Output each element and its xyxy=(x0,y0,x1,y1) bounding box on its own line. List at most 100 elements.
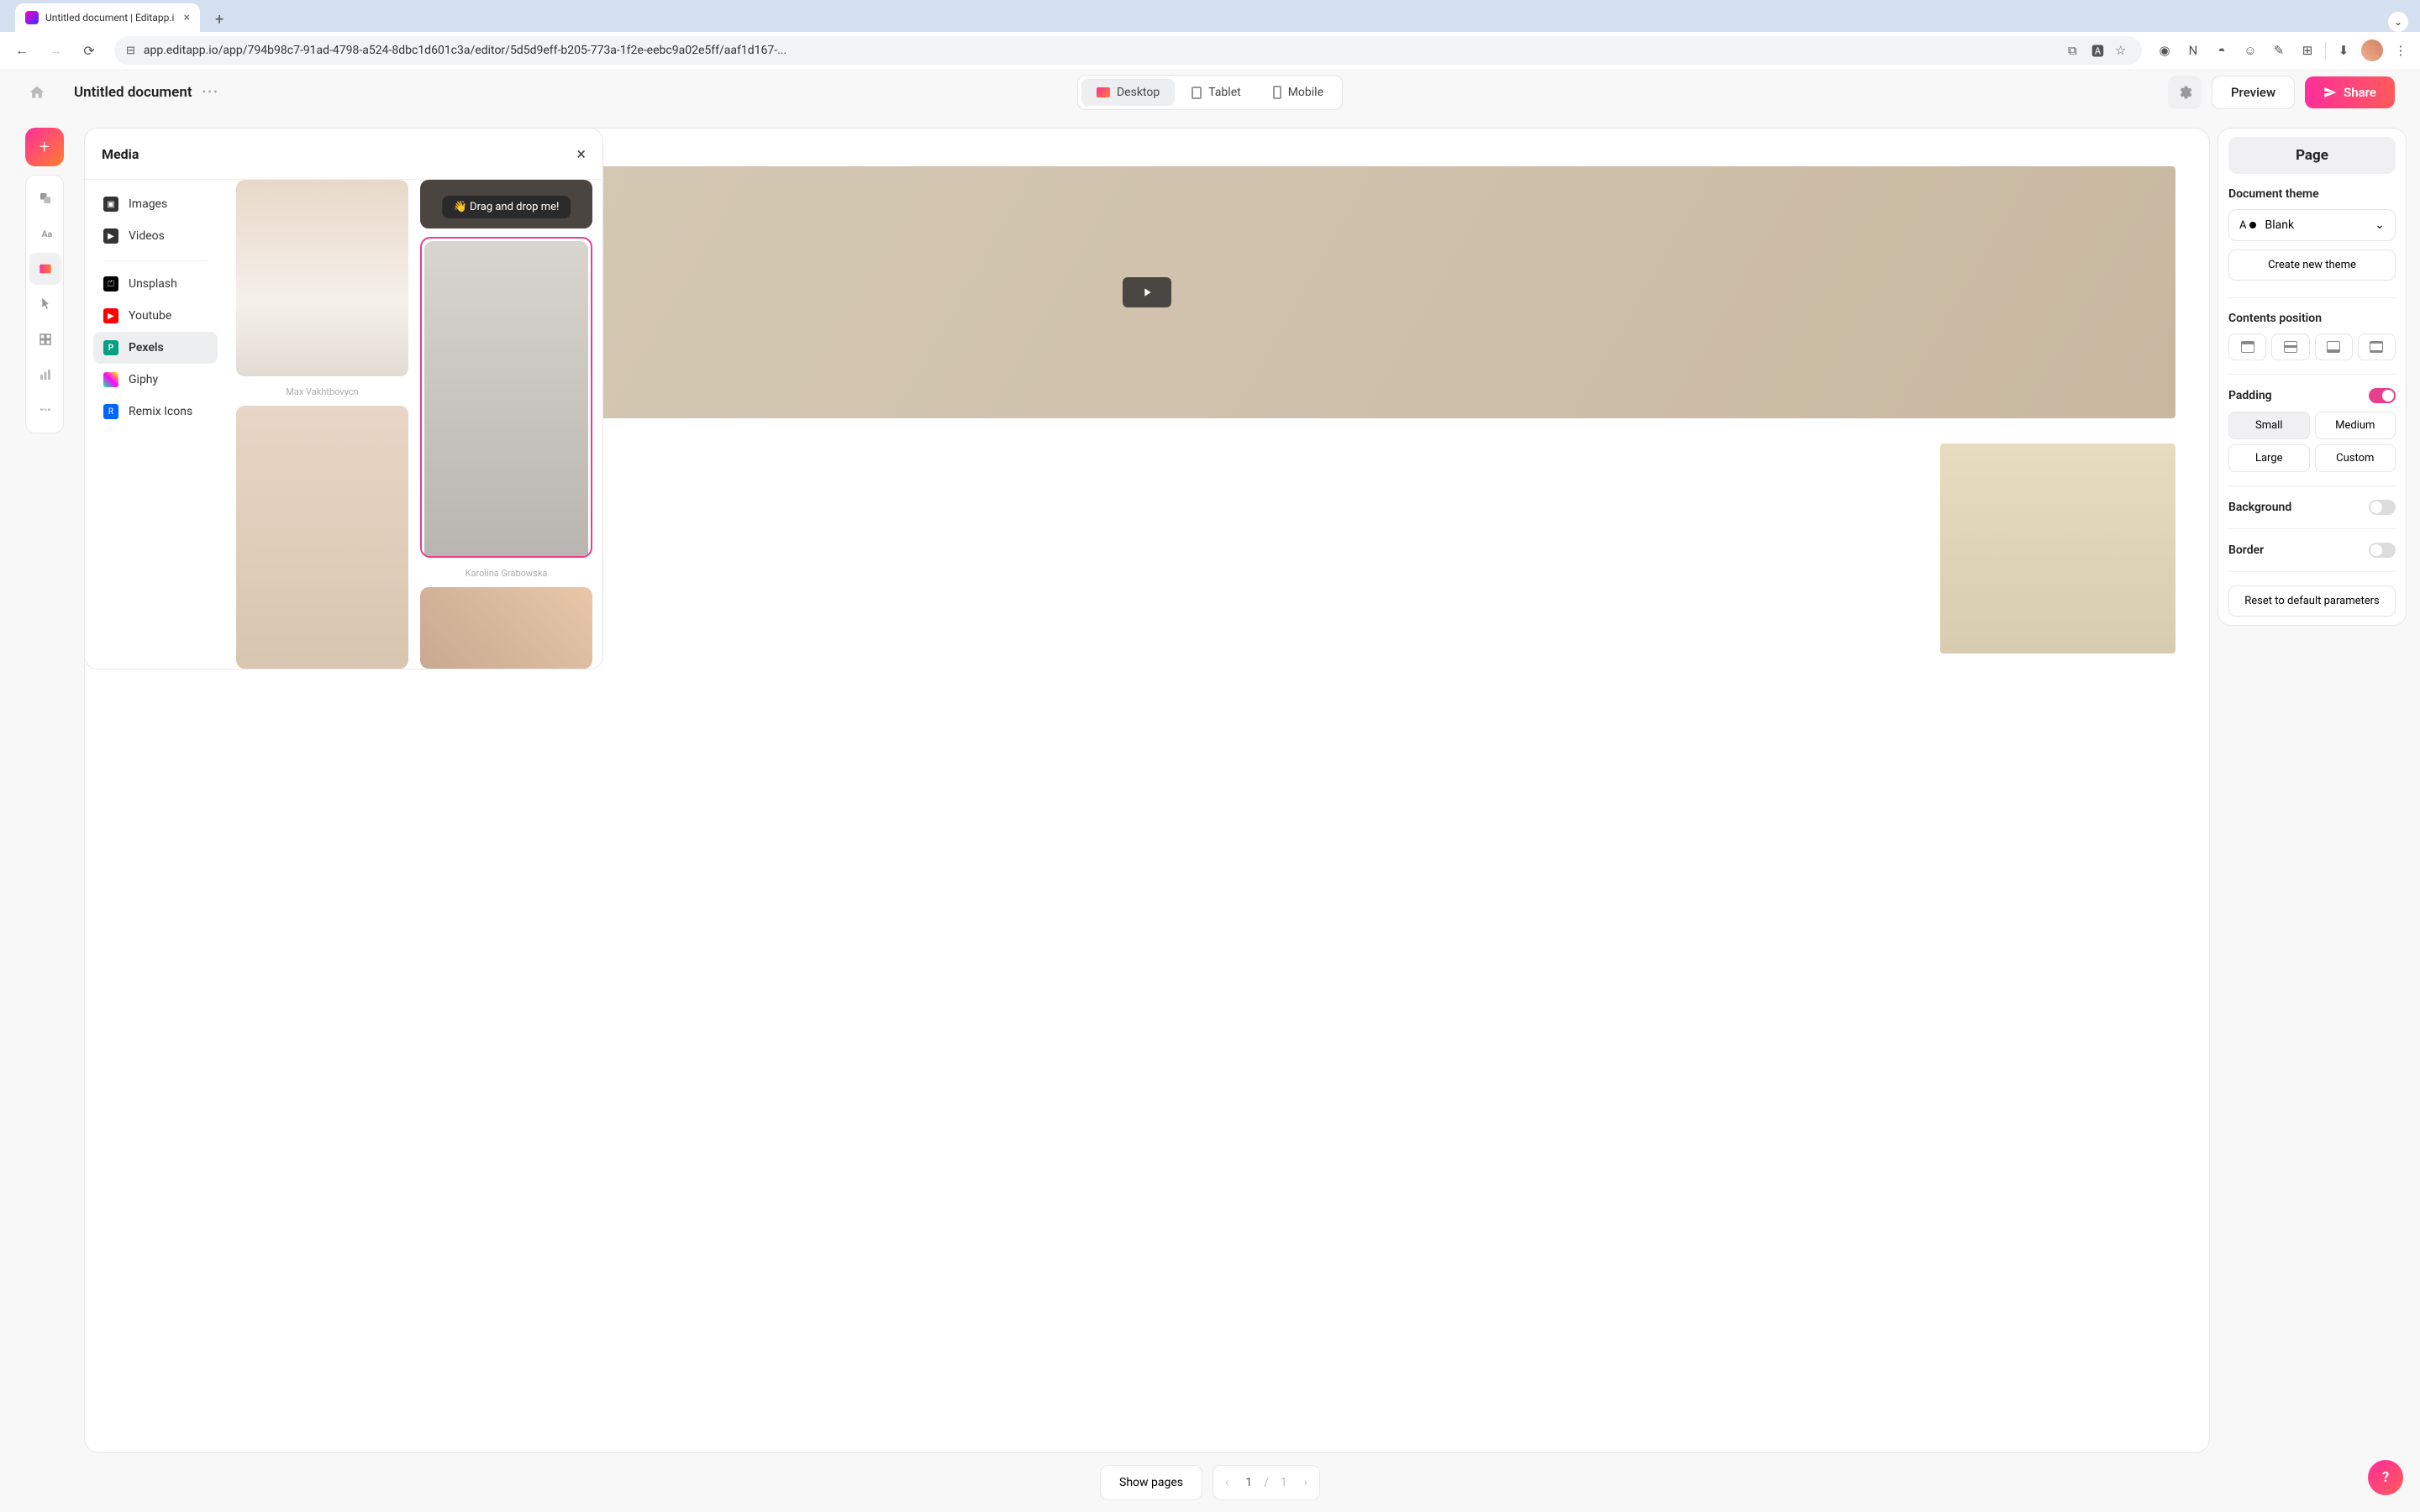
device-label: Mobile xyxy=(1288,86,1323,99)
play-button[interactable] xyxy=(1123,277,1171,307)
media-nav-videos[interactable]: ▶ Videos xyxy=(93,220,218,252)
url-text: app.editapp.io/app/794b98c7-91ad-4798-a5… xyxy=(144,44,2060,57)
menu-icon[interactable]: ⋮ xyxy=(2390,39,2412,61)
favicon-icon xyxy=(25,11,39,24)
ext-smile-icon[interactable]: ☺ xyxy=(2239,39,2261,61)
create-theme-button[interactable]: Create new theme xyxy=(2228,249,2396,281)
browser-tab[interactable]: Untitled document | Editapp.i × xyxy=(15,3,200,32)
device-mobile-button[interactable]: Mobile xyxy=(1258,79,1339,106)
header-actions: Preview Share xyxy=(2168,76,2395,109)
browser-chrome: Untitled document | Editapp.i × + ⌄ ← → … xyxy=(0,0,2420,69)
right-panel: Page Document theme A Blank ⌄ Create new… xyxy=(2217,128,2407,626)
background-toggle[interactable] xyxy=(2369,500,2396,515)
ext-wand-icon[interactable]: ✎ xyxy=(2268,39,2290,61)
media-nav-youtube[interactable]: ▶ Youtube xyxy=(93,300,218,332)
video-icon: ▶ xyxy=(103,228,118,244)
star-icon[interactable]: ☆ xyxy=(2115,43,2130,58)
tool-media[interactable] xyxy=(29,253,61,285)
padding-large-button[interactable]: Large xyxy=(2228,444,2310,472)
youtube-icon: ▶ xyxy=(103,308,118,323)
position-center-button[interactable] xyxy=(2271,333,2309,360)
profile-avatar[interactable] xyxy=(2361,39,2383,61)
gallery-image xyxy=(420,587,592,669)
padding-custom-button[interactable]: Custom xyxy=(2315,444,2396,472)
device-tablet-button[interactable]: Tablet xyxy=(1176,79,1255,106)
media-nav-unsplash[interactable]: ⏍ Unsplash xyxy=(93,268,218,300)
divider xyxy=(2228,571,2396,572)
divider xyxy=(2228,528,2396,529)
reset-button[interactable]: Reset to default parameters xyxy=(2228,585,2396,617)
document-more-icon[interactable]: ••• xyxy=(203,86,219,99)
position-stretch-button[interactable] xyxy=(2358,333,2396,360)
gallery-item[interactable] xyxy=(420,587,592,669)
tool-cursor[interactable] xyxy=(29,288,61,320)
tool-text[interactable]: Aa xyxy=(29,218,61,249)
media-panel-body: ▣ Images ▶ Videos ⏍ Unsplash ▶ xyxy=(85,180,602,669)
tabs-dropdown-icon[interactable]: ⌄ xyxy=(2388,12,2408,32)
close-icon[interactable]: × xyxy=(184,11,190,24)
tool-chart[interactable] xyxy=(29,359,61,391)
gallery-column: Max Vakhtbovycn xyxy=(236,180,408,669)
device-desktop-button[interactable]: Desktop xyxy=(1081,79,1175,106)
pexels-icon: P xyxy=(103,340,118,355)
ext-discord-icon[interactable]: ◓ xyxy=(2211,39,2233,61)
prev-page-button[interactable]: ‹ xyxy=(1220,1476,1234,1489)
chevron-down-icon: ⌄ xyxy=(2375,218,2385,232)
theme-section-label: Document theme xyxy=(2228,187,2396,201)
extensions-icon[interactable]: ⊞ xyxy=(2296,39,2318,61)
media-nav-pexels[interactable]: P Pexels xyxy=(93,332,218,364)
tool-grid[interactable] xyxy=(29,323,61,355)
close-icon[interactable]: × xyxy=(576,144,586,164)
canvas-image[interactable] xyxy=(1940,444,2175,654)
address-bar[interactable]: ⊟ app.editapp.io/app/794b98c7-91ad-4798-… xyxy=(114,36,2142,65)
add-button[interactable]: + xyxy=(25,128,64,166)
reload-button[interactable]: ⟳ xyxy=(76,37,103,64)
ext-circle-icon[interactable]: ◉ xyxy=(2154,39,2175,61)
media-nav: ▣ Images ▶ Videos ⏍ Unsplash ▶ xyxy=(85,180,226,669)
padding-small-button[interactable]: Small xyxy=(2228,412,2310,439)
gallery-item[interactable] xyxy=(236,406,408,669)
share-button[interactable]: Share xyxy=(2305,76,2395,108)
next-page-button[interactable]: › xyxy=(1299,1476,1313,1489)
gallery-item-selected[interactable] xyxy=(420,237,592,558)
document-title[interactable]: Untitled document xyxy=(74,84,192,101)
position-bottom-button[interactable] xyxy=(2315,333,2353,360)
site-settings-icon[interactable]: ⊟ xyxy=(126,45,135,57)
show-pages-button[interactable]: Show pages xyxy=(1100,1465,1202,1500)
footer-pagination: Show pages ‹ 1 / 1 › xyxy=(1100,1465,1320,1500)
device-label: Tablet xyxy=(1208,86,1240,99)
device-label: Desktop xyxy=(1117,86,1160,99)
downloads-icon[interactable]: ⬇ xyxy=(2333,39,2354,61)
media-gallery[interactable]: Max Vakhtbovycn 👋 Drag and drop me! Karo… xyxy=(226,180,602,669)
ext-notion-icon[interactable]: N xyxy=(2182,39,2204,61)
new-tab-button[interactable]: + xyxy=(208,8,230,32)
preview-button[interactable]: Preview xyxy=(2212,76,2295,109)
translate-icon[interactable]: 🅰 xyxy=(2091,42,2107,60)
border-toggle[interactable] xyxy=(2369,543,2396,558)
forward-button[interactable]: → xyxy=(42,37,69,64)
gallery-item[interactable] xyxy=(236,180,408,376)
padding-toggle[interactable] xyxy=(2369,388,2396,403)
gallery-image xyxy=(236,180,408,376)
tool-layers[interactable] xyxy=(29,182,61,214)
media-panel-title: Media xyxy=(102,146,139,162)
gallery-item[interactable]: 👋 Drag and drop me! xyxy=(420,180,592,228)
media-nav-remix[interactable]: R Remix Icons xyxy=(93,396,218,428)
theme-selector[interactable]: A Blank ⌄ xyxy=(2228,209,2396,241)
position-top-button[interactable] xyxy=(2228,333,2266,360)
divider xyxy=(2325,42,2326,59)
theme-preview-icon: A xyxy=(2239,219,2256,232)
mobile-icon xyxy=(1273,86,1281,99)
settings-button[interactable] xyxy=(2168,76,2202,109)
tool-more[interactable] xyxy=(29,394,61,426)
open-new-icon[interactable]: ⧉ xyxy=(2068,43,2083,58)
home-icon[interactable] xyxy=(25,81,49,104)
back-button[interactable]: ← xyxy=(8,37,35,64)
help-button[interactable]: ? xyxy=(2368,1460,2403,1495)
contents-position-label: Contents position xyxy=(2228,312,2396,325)
gallery-image xyxy=(236,406,408,669)
media-nav-giphy[interactable]: Giphy xyxy=(93,364,218,396)
send-icon xyxy=(2323,86,2337,99)
padding-medium-button[interactable]: Medium xyxy=(2315,412,2396,439)
media-nav-images[interactable]: ▣ Images xyxy=(93,188,218,220)
